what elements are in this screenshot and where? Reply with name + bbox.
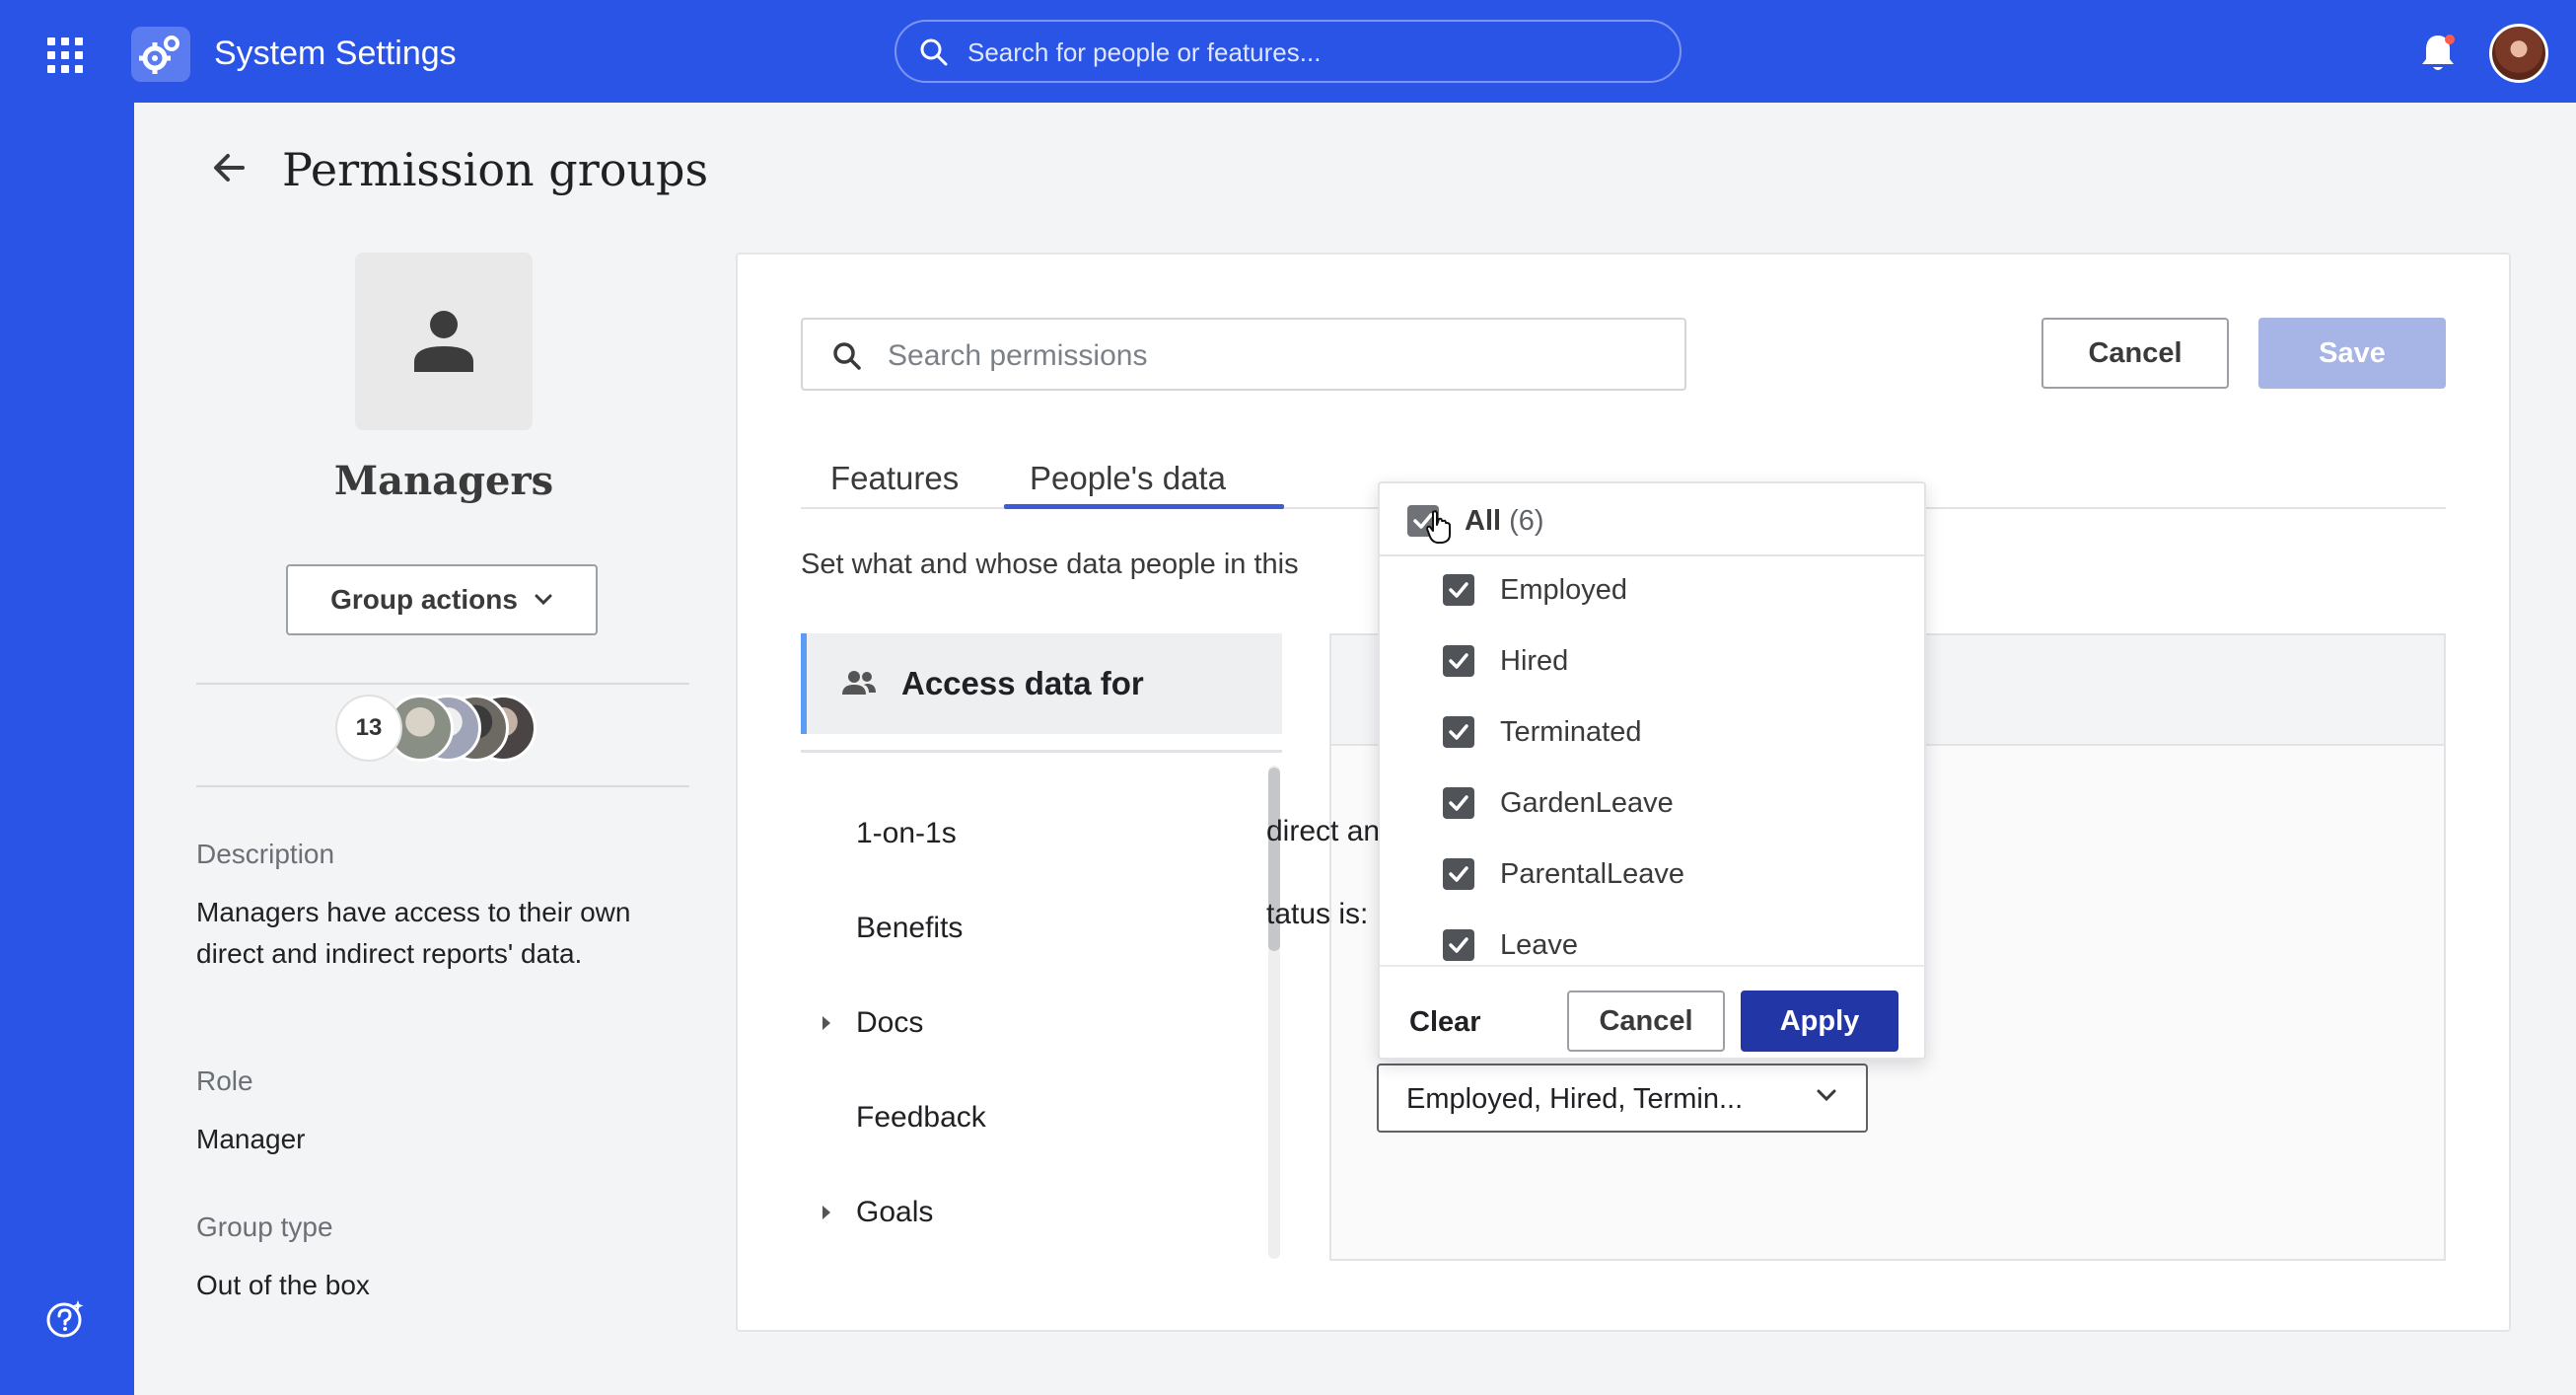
- status-option-label: Hired: [1500, 645, 1569, 677]
- global-search-input[interactable]: Search for people or features...: [894, 20, 1682, 83]
- active-tab-indicator: [1004, 504, 1284, 509]
- description-text: Managers have access to their own direct…: [196, 897, 631, 969]
- clear-button[interactable]: Clear: [1409, 1006, 1481, 1039]
- divider: [1380, 965, 1924, 967]
- chevron-down-icon: [535, 594, 552, 606]
- status-option-label: GardenLeave: [1500, 787, 1674, 819]
- status-option-label: Leave: [1500, 929, 1579, 961]
- checkmark-icon: [1449, 653, 1468, 669]
- divider: [801, 750, 1282, 753]
- nav-item-docs[interactable]: Docs: [856, 1006, 923, 1040]
- divider: [196, 683, 689, 685]
- select-all-label: All (6): [1465, 505, 1544, 537]
- intro-text: Set what and whose data people in this: [801, 549, 1299, 580]
- description-label: Description: [196, 839, 335, 869]
- people-icon: [842, 671, 876, 695]
- chevron-down-icon: [1817, 1089, 1836, 1102]
- employment-status-value: Employed, Hired, Termin...: [1406, 1083, 1744, 1115]
- help-sparkle-icon[interactable]: [44, 1298, 86, 1340]
- search-icon: [920, 38, 948, 66]
- tab-peoples-data[interactable]: People's data: [1030, 460, 1226, 497]
- status-option-label: ParentalLeave: [1500, 858, 1685, 890]
- cancel-button[interactable]: Cancel: [2041, 318, 2229, 389]
- save-button[interactable]: Save: [2258, 318, 2446, 389]
- search-icon: [833, 342, 861, 370]
- status-checkbox[interactable]: [1443, 929, 1474, 961]
- status-checkbox[interactable]: [1443, 645, 1474, 677]
- checkmark-icon: [1449, 582, 1468, 598]
- member-count: 13: [335, 695, 402, 762]
- nav-item-benefits[interactable]: Benefits: [856, 912, 963, 945]
- permissions-search-input[interactable]: Search permissions: [801, 318, 1686, 391]
- status-checkbox[interactable]: [1443, 574, 1474, 606]
- access-data-for-title: Access data for: [901, 665, 1144, 701]
- checkmark-icon: [1449, 866, 1468, 882]
- status-checkbox[interactable]: [1443, 787, 1474, 819]
- status-option-label: Terminated: [1500, 716, 1642, 748]
- checkmark-icon: [1449, 937, 1468, 953]
- main-page: Permission groups Managers Group actions…: [134, 103, 2576, 1395]
- hand-cursor-icon: [1426, 510, 1451, 544]
- nav-item-feedback[interactable]: Feedback: [856, 1101, 986, 1135]
- back-arrow-icon[interactable]: [211, 150, 247, 185]
- expand-caret-icon[interactable]: [823, 1016, 830, 1030]
- global-search-placeholder: Search for people or features...: [967, 37, 1322, 67]
- app-title: System Settings: [214, 35, 457, 72]
- role-value: Manager: [196, 1124, 306, 1154]
- user-avatar[interactable]: [2489, 24, 2548, 83]
- detail-status-text: tatus is:: [1266, 898, 1369, 930]
- nav-item-goals[interactable]: Goals: [856, 1196, 933, 1229]
- expand-caret-icon[interactable]: [823, 1206, 830, 1219]
- status-checkbox[interactable]: [1443, 716, 1474, 748]
- group-name: Managers: [333, 458, 554, 504]
- group-type-value: Out of the box: [196, 1270, 370, 1300]
- settings-gear-icon: [131, 27, 190, 82]
- status-filter-dropdown: All (6) Employed Hired Terminated Garden…: [1378, 481, 1926, 1060]
- person-icon: [414, 311, 473, 372]
- checkmark-icon: [1449, 795, 1468, 811]
- top-bar: System Settings Search for people or fea…: [0, 0, 2576, 103]
- status-option-label: Employed: [1500, 574, 1627, 606]
- app-launcher-icon[interactable]: [47, 37, 83, 73]
- tab-features[interactable]: Features: [830, 460, 959, 497]
- select-all-row[interactable]: All (6): [1380, 483, 1924, 556]
- select-all-count: (6): [1509, 505, 1544, 537]
- status-checkbox[interactable]: [1443, 858, 1474, 890]
- group-members[interactable]: 13: [335, 695, 552, 762]
- group-actions-button[interactable]: Group actions: [286, 564, 598, 635]
- nav-item-1-on-1s[interactable]: 1-on-1s: [856, 817, 957, 850]
- checkmark-icon: [1449, 724, 1468, 740]
- role-label: Role: [196, 1065, 253, 1096]
- employment-status-select[interactable]: Employed, Hired, Termin...: [1377, 1064, 1868, 1133]
- permissions-search-placeholder: Search permissions: [888, 339, 1148, 372]
- group-actions-label: Group actions: [330, 584, 518, 615]
- group-avatar: [355, 253, 533, 430]
- group-type-label: Group type: [196, 1211, 333, 1242]
- access-data-for-header[interactable]: Access data for: [801, 633, 1282, 734]
- divider: [196, 785, 689, 787]
- dropdown-cancel-button[interactable]: Cancel: [1567, 991, 1725, 1052]
- apply-button[interactable]: Apply: [1741, 991, 1898, 1052]
- page-title: Permission groups: [282, 143, 709, 196]
- left-rail: [0, 103, 134, 1395]
- notifications-bell-icon[interactable]: [2418, 32, 2458, 75]
